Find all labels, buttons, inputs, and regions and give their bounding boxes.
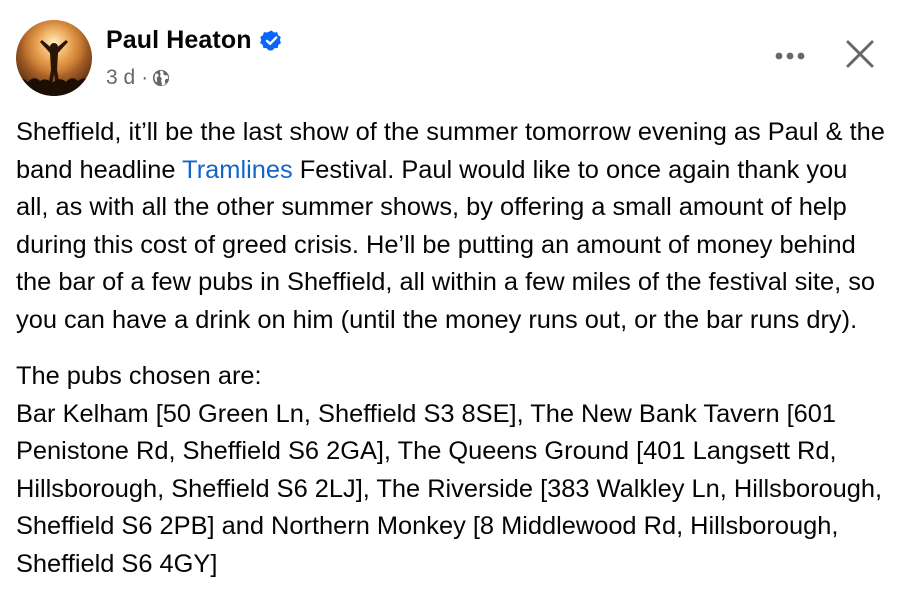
more-dots-icon <box>775 52 805 60</box>
tramlines-link[interactable]: Tramlines <box>182 156 293 184</box>
more-options-button[interactable] <box>770 36 810 76</box>
pubs-list: Bar Kelham [50 Green Ln, Sheffield S3 8S… <box>16 399 883 578</box>
post-meta: 3 d · <box>106 64 170 92</box>
meta-separator: · <box>141 66 149 89</box>
facebook-post: Paul Heaton 3 d · Sheffield, it’ll be th… <box>0 0 898 616</box>
post-header: Paul Heaton 3 d · <box>16 20 882 100</box>
verified-badge-icon[interactable] <box>259 29 283 52</box>
post-body: Sheffield, it’ll be the last show of the… <box>16 114 886 583</box>
concert-photo-avatar <box>16 20 92 96</box>
pubs-heading: The pubs chosen are: <box>16 362 262 390</box>
close-button[interactable] <box>838 32 882 76</box>
author-avatar[interactable] <box>16 20 92 96</box>
author-name[interactable]: Paul Heaton <box>106 26 252 55</box>
post-timestamp[interactable]: 3 d <box>106 66 135 90</box>
author-name-row: Paul Heaton <box>106 22 283 58</box>
globe-icon[interactable] <box>152 69 170 87</box>
post-paragraph-1: Sheffield, it’ll be the last show of the… <box>16 114 886 339</box>
close-icon <box>846 40 874 68</box>
post-paragraph-2: The pubs chosen are: Bar Kelham [50 Green… <box>16 358 886 583</box>
